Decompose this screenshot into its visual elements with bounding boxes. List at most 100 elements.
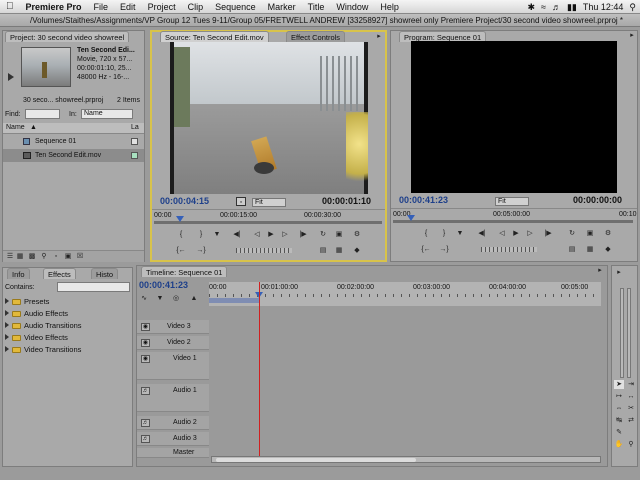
- loop-icon[interactable]: ↻: [567, 229, 577, 238]
- step-back-icon[interactable]: ◀|: [477, 229, 487, 238]
- program-time-ruler[interactable]: 00:00 00:05:00:00 00:10: [391, 208, 637, 223]
- list-item[interactable]: Audio Effects: [5, 308, 68, 320]
- marker-icon[interactable]: ▼: [212, 230, 222, 239]
- mark-in-icon[interactable]: {: [421, 229, 431, 238]
- go-to-out-point-icon[interactable]: →}: [196, 246, 206, 255]
- selection-tool-icon[interactable]: ➤: [614, 380, 624, 389]
- add-marker-icon[interactable]: ▲: [189, 294, 199, 303]
- take-audio-video-icon[interactable]: ◆: [352, 246, 362, 255]
- rate-stretch-tool-icon[interactable]: ⇔: [614, 404, 624, 413]
- list-item[interactable]: Presets: [5, 296, 49, 308]
- go-to-out-icon[interactable]: |▶: [543, 229, 553, 238]
- snap-icon[interactable]: ∿: [139, 294, 149, 303]
- menu-sequence[interactable]: Sequence: [209, 2, 262, 12]
- expand-icon[interactable]: [5, 298, 9, 304]
- menu-clip[interactable]: Clip: [182, 2, 210, 12]
- tab-histo[interactable]: Histo: [91, 268, 119, 279]
- expand-icon[interactable]: [5, 322, 9, 328]
- source-current-timecode[interactable]: 00:00:04:15: [160, 196, 209, 206]
- menu-file[interactable]: File: [88, 2, 115, 12]
- tab-source[interactable]: Source: Ten Second Edit.mov: [160, 31, 269, 42]
- work-area-bar[interactable]: [209, 298, 259, 303]
- mark-out-icon[interactable]: }: [439, 229, 449, 238]
- icon-view-icon[interactable]: ▦: [15, 252, 25, 261]
- spotlight-icon[interactable]: ⚲: [629, 2, 636, 13]
- app-menu[interactable]: Premiere Pro: [20, 2, 88, 12]
- list-view-icon[interactable]: ☰: [5, 252, 15, 261]
- source-time-ruler[interactable]: 00:00 00:00:15:00 00:00:30:00: [152, 209, 385, 224]
- track-visibility-icon[interactable]: ◉: [141, 323, 150, 331]
- speaker-icon[interactable]: ♬: [141, 435, 150, 443]
- automate-icon[interactable]: ▩: [27, 252, 37, 261]
- trim-icon[interactable]: ◆: [603, 245, 613, 254]
- bluetooth-icon[interactable]: ✱: [527, 2, 535, 13]
- set-marker-icon[interactable]: ▼: [155, 294, 165, 303]
- program-playhead[interactable]: [407, 215, 415, 221]
- list-item[interactable]: Sequence 01: [3, 135, 144, 148]
- list-item[interactable]: Ten Second Edit.mov: [3, 149, 144, 162]
- new-bin-icon[interactable]: ▫: [51, 252, 61, 261]
- panel-menu-icon[interactable]: ▸: [595, 266, 605, 275]
- column-label[interactable]: La: [131, 124, 139, 131]
- menu-help[interactable]: Help: [374, 2, 405, 12]
- find-input[interactable]: [25, 109, 60, 119]
- tab-info[interactable]: Info: [7, 268, 30, 279]
- go-to-out-point-icon[interactable]: →}: [439, 245, 449, 254]
- panel-menu-icon[interactable]: ▸: [627, 31, 637, 40]
- in-select[interactable]: Name: [81, 109, 133, 119]
- razor-tool-icon[interactable]: ✂: [626, 404, 636, 413]
- hand-tool-icon[interactable]: ✋: [614, 440, 624, 449]
- panel-menu-icon[interactable]: ▸: [614, 268, 624, 277]
- step-back-icon[interactable]: ◀|: [232, 230, 242, 239]
- program-current-timecode[interactable]: 00:00:41:23: [399, 195, 448, 205]
- safe-margins-icon[interactable]: ▣: [585, 229, 595, 238]
- jog-shuttle[interactable]: [236, 248, 292, 253]
- expand-icon[interactable]: [5, 334, 9, 340]
- list-item[interactable]: Video Transitions: [5, 344, 81, 356]
- tab-effects[interactable]: Effects: [43, 268, 76, 279]
- list-item[interactable]: Video Effects: [5, 332, 68, 344]
- menu-title[interactable]: Title: [302, 2, 331, 12]
- battery-icon[interactable]: ▮▮: [567, 2, 577, 13]
- volume-icon[interactable]: ♬: [552, 2, 561, 12]
- extract-icon[interactable]: ▦: [585, 245, 595, 254]
- track-visibility-icon[interactable]: ◉: [141, 339, 150, 347]
- output-icon[interactable]: ⚙: [603, 229, 613, 238]
- timeline-ruler[interactable]: 00:00 00:01:00:00 00:02:00:00 00:03:00:0…: [209, 282, 601, 306]
- play-thumbnail-button[interactable]: [8, 73, 14, 81]
- source-zoom-select[interactable]: Fit: [252, 198, 286, 207]
- step-forward-icon[interactable]: ▷: [525, 229, 535, 238]
- menu-project[interactable]: Project: [142, 2, 182, 12]
- track-visibility-icon[interactable]: ◉: [141, 355, 150, 363]
- scroll-thumb[interactable]: [216, 458, 416, 462]
- tab-effect-controls[interactable]: Effect Controls: [286, 31, 346, 42]
- safe-margin-icon[interactable]: ▫: [236, 197, 246, 206]
- step-back-frame-icon[interactable]: ◁: [497, 229, 507, 238]
- go-to-out-icon[interactable]: |▶: [298, 230, 308, 239]
- timeline-scrollbar[interactable]: [211, 456, 601, 463]
- timeline-current-timecode[interactable]: 00:00:41:23: [139, 280, 188, 290]
- step-forward-icon[interactable]: ▷: [280, 230, 290, 239]
- ripple-edit-tool-icon[interactable]: ↦: [614, 392, 624, 401]
- sort-up-icon[interactable]: ▲: [30, 124, 37, 131]
- column-name[interactable]: Name: [6, 124, 25, 131]
- overlay-icon[interactable]: ▦: [334, 246, 344, 255]
- go-to-in-icon[interactable]: {←: [176, 246, 186, 255]
- play-icon[interactable]: ▶: [266, 230, 276, 239]
- jog-shuttle[interactable]: [481, 247, 537, 252]
- go-to-in-icon[interactable]: {←: [421, 245, 431, 254]
- link-icon[interactable]: ◎: [171, 294, 181, 303]
- zoom-tool-icon[interactable]: ⚲: [626, 440, 636, 449]
- wifi-icon[interactable]: ≈: [541, 2, 546, 12]
- clock[interactable]: Thu 12:44: [583, 2, 624, 12]
- clear-icon[interactable]: ☒: [75, 252, 85, 261]
- track-select-tool-icon[interactable]: ⇥: [626, 380, 636, 389]
- source-playhead[interactable]: [176, 216, 184, 222]
- menu-window[interactable]: Window: [330, 2, 374, 12]
- menu-edit[interactable]: Edit: [114, 2, 142, 12]
- menu-marker[interactable]: Marker: [262, 2, 302, 12]
- panel-menu-icon[interactable]: ▸: [374, 32, 384, 41]
- expand-icon[interactable]: [5, 346, 9, 352]
- pen-tool-icon[interactable]: ✎: [614, 428, 624, 437]
- find-icon[interactable]: ⚲: [39, 252, 49, 261]
